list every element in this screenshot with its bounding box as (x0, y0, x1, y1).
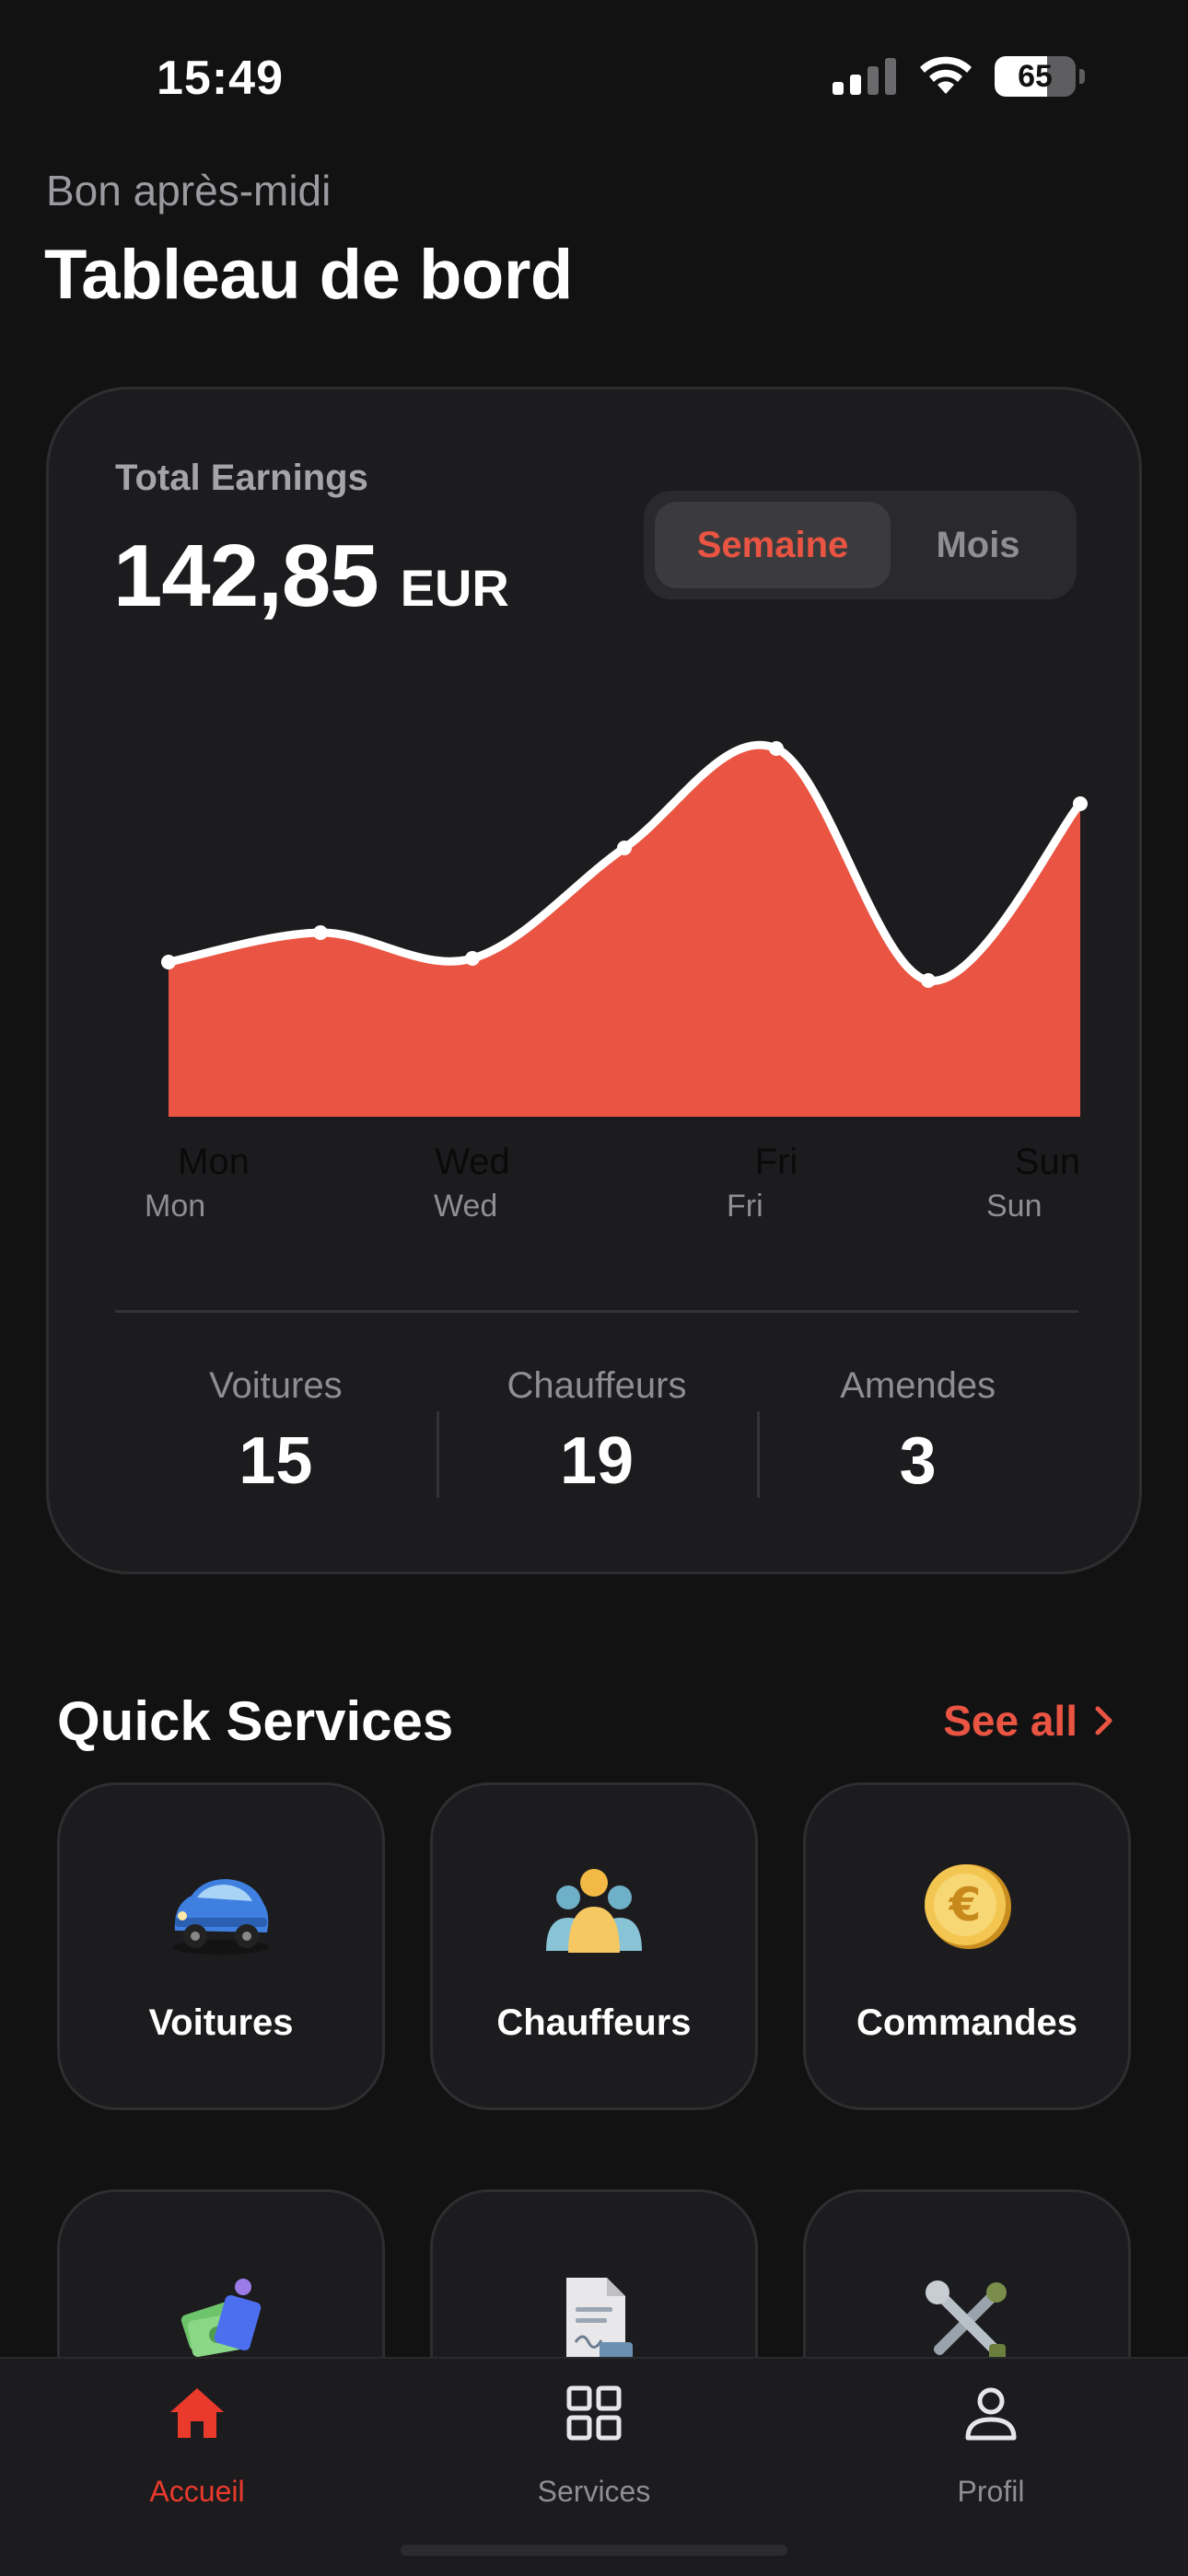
chart-axis-label-top: Mon (178, 1142, 250, 1182)
home-icon (170, 2388, 224, 2438)
svg-text:€: € (949, 1878, 982, 1932)
chart-axis-label-top: Fri (755, 1142, 798, 1182)
tab-home[interactable]: Accueil (59, 2359, 335, 2524)
service-label: Chauffeurs (496, 2002, 692, 2043)
service-tile-cars[interactable]: Voitures (57, 1782, 385, 2110)
chart-axis-labels-top: Mon Wed Fri Sun (178, 1142, 1080, 1182)
euro-coin-icon: € (925, 1864, 1011, 1949)
grid-icon (566, 2385, 622, 2441)
earnings-card: Total Earnings 142,85 EUR Semaine Mois M… (46, 387, 1142, 1574)
service-tile-drivers[interactable]: Chauffeurs (430, 1782, 758, 2110)
wifi-icon (920, 56, 972, 94)
service-label: Commandes (856, 2002, 1078, 2043)
greeting: Bon après-midi (46, 167, 332, 215)
chart-axis-label: Sun (986, 1189, 1042, 1224)
status-bar: 15:49 65 (0, 0, 1188, 157)
chart-point-tue (313, 925, 328, 940)
tab-profile[interactable]: Profil (853, 2359, 1129, 2524)
car-icon (173, 1879, 269, 1955)
quick-services-title: Quick Services (57, 1690, 454, 1752)
stat-fines: Amendes 3 (757, 1365, 1078, 1513)
status-indicators: 65 (833, 55, 1085, 98)
page-title: Tableau de bord (44, 236, 573, 314)
stat-label: Voitures (209, 1365, 343, 1406)
battery-icon: 65 (995, 56, 1076, 97)
stat-label: Amendes (840, 1365, 996, 1406)
chart-axis-label: Wed (434, 1189, 497, 1224)
cellular-signal-icon (833, 58, 896, 95)
chart-axis-label: Fri (727, 1189, 763, 1224)
stat-cars: Voitures 15 (115, 1365, 437, 1513)
chart-point-sun (1073, 796, 1088, 811)
home-indicator (401, 2545, 787, 2556)
chart-point-mon (161, 955, 176, 969)
chart-axis-label-top: Sun (1015, 1142, 1080, 1182)
chart-axis-label-top: Wed (435, 1142, 510, 1182)
stat-value: 15 (239, 1424, 313, 1498)
person-icon (965, 2387, 1017, 2441)
chart-point-fri (769, 741, 784, 756)
chart-point-wed (465, 951, 480, 966)
chart-axis-labels-bottom: Mon Wed Fri Sun (145, 1189, 1042, 1224)
earnings-chart: Mon Wed Fri Sun Mon Wed Fri Sun (145, 740, 1088, 1224)
stat-value: 19 (559, 1424, 635, 1498)
chevron-right-icon (1095, 1706, 1112, 1735)
battery-cap (1079, 69, 1085, 84)
service-label: Voitures (148, 2002, 294, 2043)
stat-drivers: Chauffeurs 19 (436, 1365, 758, 1513)
stat-value: 3 (899, 1424, 937, 1498)
see-all-label: See all (943, 1697, 1077, 1745)
service-tile-orders[interactable]: € Commandes (803, 1782, 1131, 2110)
tab-label: Accueil (149, 2475, 245, 2508)
people-icon (546, 1869, 642, 1953)
chart-axis-label: Mon (145, 1189, 205, 1224)
tab-services[interactable]: Services (456, 2359, 732, 2524)
stat-label: Chauffeurs (507, 1365, 687, 1406)
stats-row: Voitures 15 Chauffeurs 19 Amendes 3 (115, 1365, 1078, 1513)
battery-percent: 65 (1018, 59, 1053, 94)
tab-bar: Accueil Services Profil (0, 2357, 1188, 2576)
see-all-link[interactable]: See all (943, 1696, 1114, 1746)
tab-label: Services (537, 2475, 651, 2508)
tab-label: Profil (957, 2475, 1025, 2508)
card-divider (115, 1310, 1078, 1313)
chart-point-thu (617, 841, 632, 855)
status-time: 15:49 (157, 52, 284, 105)
chart-point-sat (921, 973, 936, 988)
